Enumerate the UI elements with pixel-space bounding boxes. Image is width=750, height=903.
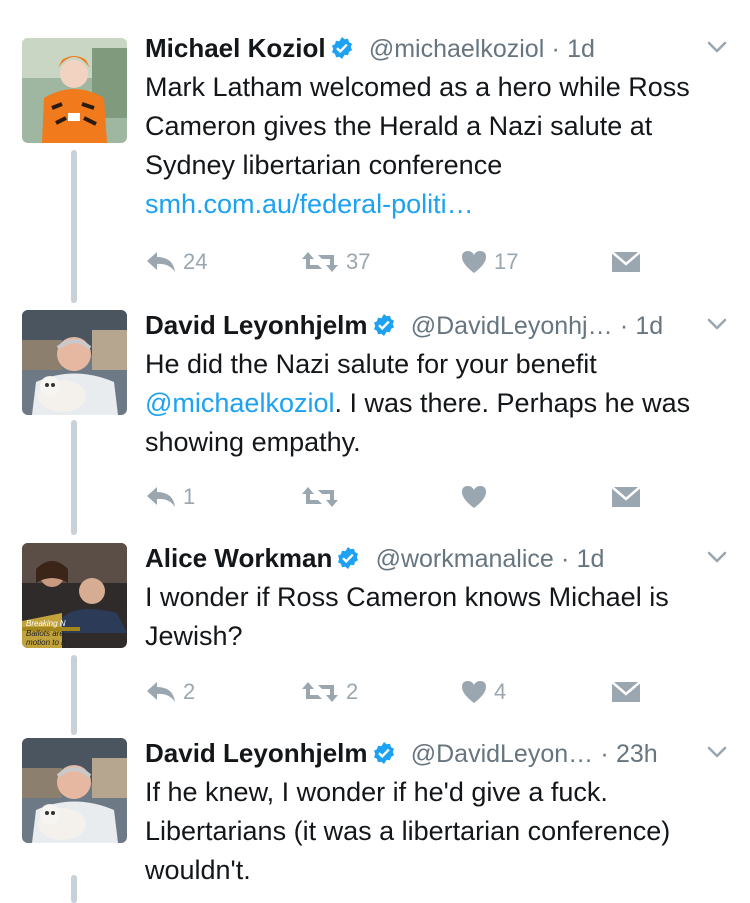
avatar-alice-workman[interactable]: Breaking N Ballots are motion to n [22, 543, 127, 648]
separator-dot: · [619, 312, 629, 340]
timestamp[interactable]: 1d [567, 35, 595, 63]
direct-message-button[interactable] [610, 247, 642, 277]
retweet-button[interactable] [300, 482, 346, 512]
verified-badge-icon [338, 547, 359, 569]
avatar-david-leyonhjelm[interactable] [22, 310, 127, 415]
author-name[interactable]: Alice Workman [145, 543, 332, 573]
reply-button[interactable]: 24 [145, 247, 207, 277]
tweet-header: Alice Workman @workmanalice · 1d [145, 540, 735, 576]
thread-line [71, 655, 77, 735]
tweet-body: Mark Latham welcomed as a hero while Ros… [145, 72, 690, 180]
verified-badge-icon [373, 314, 394, 336]
separator-dot: · [551, 35, 560, 63]
tweet-1[interactable]: Michael Koziol @michaelkoziol · 1d Mark … [0, 30, 750, 300]
tweet-link[interactable]: smh.com.au/federal-politi… [145, 189, 474, 219]
like-button[interactable]: 4 [460, 677, 506, 707]
avatar-overlay-line-1: Breaking N [26, 619, 66, 628]
tweet-header: David Leyonhjelm @DavidLeyonhj… · 1d [145, 307, 735, 343]
author-handle[interactable]: @michaelkoziol [369, 35, 544, 63]
tweet-2[interactable]: David Leyonhjelm @DavidLeyonhj… · 1d He … [0, 293, 750, 535]
separator-dot: · [561, 545, 570, 573]
like-count: 4 [494, 679, 507, 704]
reply-count: 1 [183, 484, 196, 509]
tweet-text: I wonder if Ross Cameron knows Michael i… [145, 578, 730, 656]
retweet-button[interactable]: 37 [300, 247, 370, 277]
tweet-actions: 2 2 4 [145, 677, 665, 707]
chevron-down-icon[interactable] [704, 311, 730, 337]
reply-button[interactable]: 1 [145, 482, 195, 512]
tweet-actions: 24 37 17 [145, 247, 665, 277]
like-count: 17 [494, 249, 519, 274]
like-button[interactable] [460, 482, 494, 512]
reply-icon [147, 682, 175, 702]
heart-icon [462, 251, 486, 273]
chevron-down-icon[interactable] [704, 739, 730, 765]
tweet-4[interactable]: David Leyonhjelm @DavidLeyon… · 23h If h… [0, 735, 750, 903]
timestamp[interactable]: 1d [577, 545, 605, 573]
verified-badge-icon [331, 37, 352, 59]
tweet-body: He did the Nazi salute for your benefit [145, 349, 597, 379]
chevron-down-icon[interactable] [704, 34, 730, 60]
reply-count: 2 [183, 679, 196, 704]
tweet-body: If he knew, I wonder if he'd give a fuck… [145, 777, 671, 885]
avatar-overlay-line-3: motion to n [26, 638, 66, 647]
tweet-text: Mark Latham welcomed as a hero while Ros… [145, 68, 730, 224]
heart-icon [462, 486, 486, 508]
author-name[interactable]: David Leyonhjelm [145, 738, 368, 768]
retweet-button[interactable]: 2 [300, 677, 358, 707]
reply-button[interactable]: 2 [145, 677, 195, 707]
reply-icon [147, 252, 175, 272]
author-name[interactable]: Michael Koziol [145, 33, 326, 63]
thread-line [71, 420, 77, 535]
timestamp[interactable]: 23h [616, 740, 658, 768]
tweet-text: If he knew, I wonder if he'd give a fuck… [145, 773, 730, 890]
mention-link[interactable]: @michaelkoziol [145, 388, 334, 418]
avatar-michael-koziol[interactable] [22, 38, 127, 143]
thread-line [71, 150, 77, 300]
chevron-down-icon[interactable] [704, 544, 730, 570]
separator-dot: · [600, 740, 609, 768]
retweet-icon [302, 487, 338, 507]
tweet-3[interactable]: Breaking N Ballots are motion to n Alice… [0, 540, 750, 735]
reply-icon [147, 487, 175, 507]
direct-message-button[interactable] [610, 677, 642, 707]
avatar-overlay-line-2: Ballots are [26, 629, 64, 638]
direct-message-icon [611, 681, 641, 702]
tweet-actions: 1 [145, 482, 665, 512]
tweet-body: I wonder if Ross Cameron knows Michael i… [145, 582, 669, 651]
tweet-text: He did the Nazi salute for your benefit … [145, 345, 730, 462]
heart-icon [462, 681, 486, 703]
thread-line [71, 875, 77, 903]
retweet-icon [302, 252, 338, 272]
direct-message-button[interactable] [610, 482, 642, 512]
direct-message-icon [611, 251, 641, 272]
retweet-count: 37 [346, 249, 371, 274]
author-handle[interactable]: @DavidLeyon… [411, 740, 593, 768]
author-handle[interactable]: @DavidLeyonhj… [411, 312, 613, 340]
retweet-count: 2 [346, 679, 359, 704]
verified-badge-icon [373, 742, 394, 764]
tweet-header: David Leyonhjelm @DavidLeyon… · 23h [145, 735, 735, 771]
author-name[interactable]: David Leyonhjelm [145, 310, 368, 340]
tweet-header: Michael Koziol @michaelkoziol · 1d [145, 30, 735, 66]
thread-line [71, 293, 77, 303]
direct-message-icon [611, 486, 641, 507]
author-handle[interactable]: @workmanalice [376, 545, 554, 573]
reply-count: 24 [183, 249, 208, 274]
timestamp[interactable]: 1d [635, 312, 663, 340]
like-button[interactable]: 17 [460, 247, 518, 277]
retweet-icon [302, 682, 338, 702]
avatar-david-leyonhjelm[interactable] [22, 738, 127, 843]
